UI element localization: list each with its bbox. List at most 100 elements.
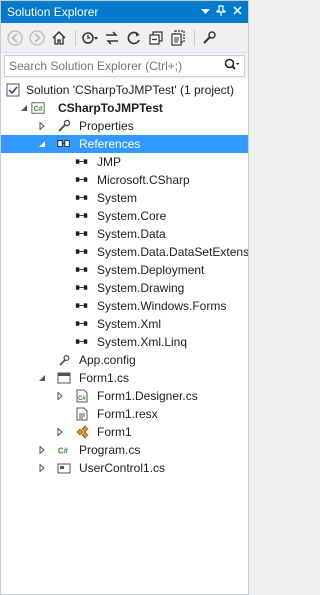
tree-label: Form1.cs — [79, 371, 130, 385]
tree-label: Solution 'CSharpToJMPTest' (1 project) — [26, 83, 235, 97]
assembly-reference-icon — [75, 245, 89, 259]
form-file-icon — [57, 371, 71, 385]
toolbar — [1, 23, 248, 53]
tree-label: System.Core — [97, 209, 167, 223]
sync-icon[interactable] — [102, 28, 122, 48]
svg-text:C#: C# — [34, 106, 43, 113]
title-bar: Solution Explorer — [1, 1, 248, 23]
class-icon — [75, 425, 89, 439]
tree-label: Program.cs — [79, 443, 141, 457]
config-file-icon — [57, 353, 71, 367]
tree-item-reference[interactable]: Microsoft.CSharp — [1, 171, 248, 189]
tree-label: References — [79, 137, 141, 151]
tree-item-program[interactable]: C# Program.cs — [1, 441, 248, 459]
pin-icon[interactable] — [214, 4, 228, 20]
collapsed-icon[interactable] — [37, 445, 47, 455]
svg-text:C#: C# — [78, 396, 86, 402]
dropdown-icon[interactable] — [198, 6, 212, 18]
tree-label: System.Xml.Linq — [97, 335, 188, 349]
tree-label: CSharpToJMPTest — [58, 101, 163, 115]
assembly-reference-icon — [75, 155, 89, 169]
collapsed-icon[interactable] — [55, 391, 65, 401]
tree-label: System.Drawing — [97, 281, 185, 295]
collapsed-icon[interactable] — [37, 463, 47, 473]
tree-label: System.Windows.Forms — [97, 299, 227, 313]
expanded-icon[interactable] — [37, 139, 47, 149]
tree-label: Form1.resx — [97, 407, 158, 421]
csharp-file-icon: C# — [75, 389, 89, 403]
search-icon[interactable] — [224, 58, 240, 75]
expanded-icon[interactable] — [19, 103, 29, 113]
home-icon[interactable] — [49, 28, 69, 48]
tree-label: JMP — [97, 155, 121, 169]
tree-item-reference[interactable]: System.Deployment — [1, 261, 248, 279]
close-icon[interactable] — [230, 6, 244, 18]
tree-item-form1-designer[interactable]: C# Form1.Designer.cs — [1, 387, 248, 405]
tree-label: Form1.Designer.cs — [97, 389, 198, 403]
search-input[interactable] — [9, 59, 224, 73]
csharp-project-icon: C# — [31, 101, 45, 115]
svg-text:C#: C# — [58, 447, 69, 456]
back-icon[interactable] — [5, 28, 25, 48]
forward-icon[interactable] — [27, 28, 47, 48]
tree-item-form1[interactable]: Form1.cs — [1, 369, 248, 387]
tree-item-reference[interactable]: System.Xml — [1, 315, 248, 333]
solution-icon — [6, 83, 20, 97]
collapsed-icon[interactable] — [37, 121, 47, 131]
tree-item-solution[interactable]: Solution 'CSharpToJMPTest' (1 project) — [1, 81, 248, 99]
tree-item-form1-resx[interactable]: Form1.resx — [1, 405, 248, 423]
tree-item-reference[interactable]: System.Xml.Linq — [1, 333, 248, 351]
assembly-reference-icon — [75, 209, 89, 223]
tree-label: System.Data.DataSetExtensions — [97, 245, 248, 259]
tree-item-reference[interactable]: System.Core — [1, 207, 248, 225]
tree-item-form1-class[interactable]: Form1 — [1, 423, 248, 441]
assembly-reference-icon — [75, 281, 89, 295]
show-all-files-icon[interactable] — [168, 28, 188, 48]
user-control-icon — [57, 461, 71, 475]
toolbar-separator — [194, 29, 195, 46]
assembly-reference-icon — [75, 299, 89, 313]
solution-explorer-window: Solution Explorer Search Solution Explor… — [0, 0, 249, 595]
assembly-reference-icon — [75, 335, 89, 349]
tree-label: UserControl1.cs — [79, 461, 166, 475]
tree-label: Form1 — [97, 425, 132, 439]
tree-label: System.Data — [97, 227, 166, 241]
tree-item-reference[interactable]: System.Windows.Forms — [1, 297, 248, 315]
tree-item-app-config[interactable]: App.config — [1, 351, 248, 369]
assembly-reference-icon — [75, 173, 89, 187]
refresh-icon[interactable] — [124, 28, 144, 48]
tree-label: System — [97, 191, 138, 205]
assembly-reference-icon — [75, 263, 89, 277]
assembly-reference-icon — [75, 191, 89, 205]
tree-item-project[interactable]: C# CSharpToJMPTest — [1, 99, 248, 117]
collapsed-icon[interactable] — [55, 427, 65, 437]
assembly-reference-icon — [75, 317, 89, 331]
tree-item-usercontrol[interactable]: UserControl1.cs — [1, 459, 248, 477]
resx-file-icon — [75, 407, 89, 421]
tree-label: System.Xml — [97, 317, 162, 331]
tree-item-reference[interactable]: System.Data.DataSetExtensions — [1, 243, 248, 261]
toolbar-separator — [75, 29, 76, 46]
solution-tree: Solution 'CSharpToJMPTest' (1 project) C… — [1, 79, 248, 594]
expanded-icon[interactable] — [37, 373, 47, 383]
tree-item-reference[interactable]: System.Data — [1, 225, 248, 243]
search-box[interactable] — [4, 55, 245, 77]
tree-item-reference[interactable]: JMP — [1, 153, 248, 171]
collapse-all-icon[interactable] — [146, 28, 166, 48]
tree-item-reference[interactable]: System.Drawing — [1, 279, 248, 297]
tree-item-reference[interactable]: System — [1, 189, 248, 207]
tree-item-properties[interactable]: Properties — [1, 117, 248, 135]
csharp-file-icon: C# — [57, 443, 71, 457]
wrench-icon — [57, 119, 71, 133]
references-list: JMP Microsoft.CSharp System System.Core Syst… — [1, 153, 248, 351]
references-icon — [57, 137, 71, 151]
assembly-reference-icon — [75, 227, 89, 241]
tree-item-references[interactable]: References — [1, 135, 248, 153]
pending-changes-icon[interactable] — [80, 28, 100, 48]
tree-label: System.Deployment — [97, 263, 205, 277]
window-title: Solution Explorer — [7, 5, 99, 19]
tree-label: Properties — [79, 119, 134, 133]
tree-label: Microsoft.CSharp — [97, 173, 190, 187]
tree-label: App.config — [79, 353, 136, 367]
properties-icon[interactable] — [199, 28, 219, 48]
